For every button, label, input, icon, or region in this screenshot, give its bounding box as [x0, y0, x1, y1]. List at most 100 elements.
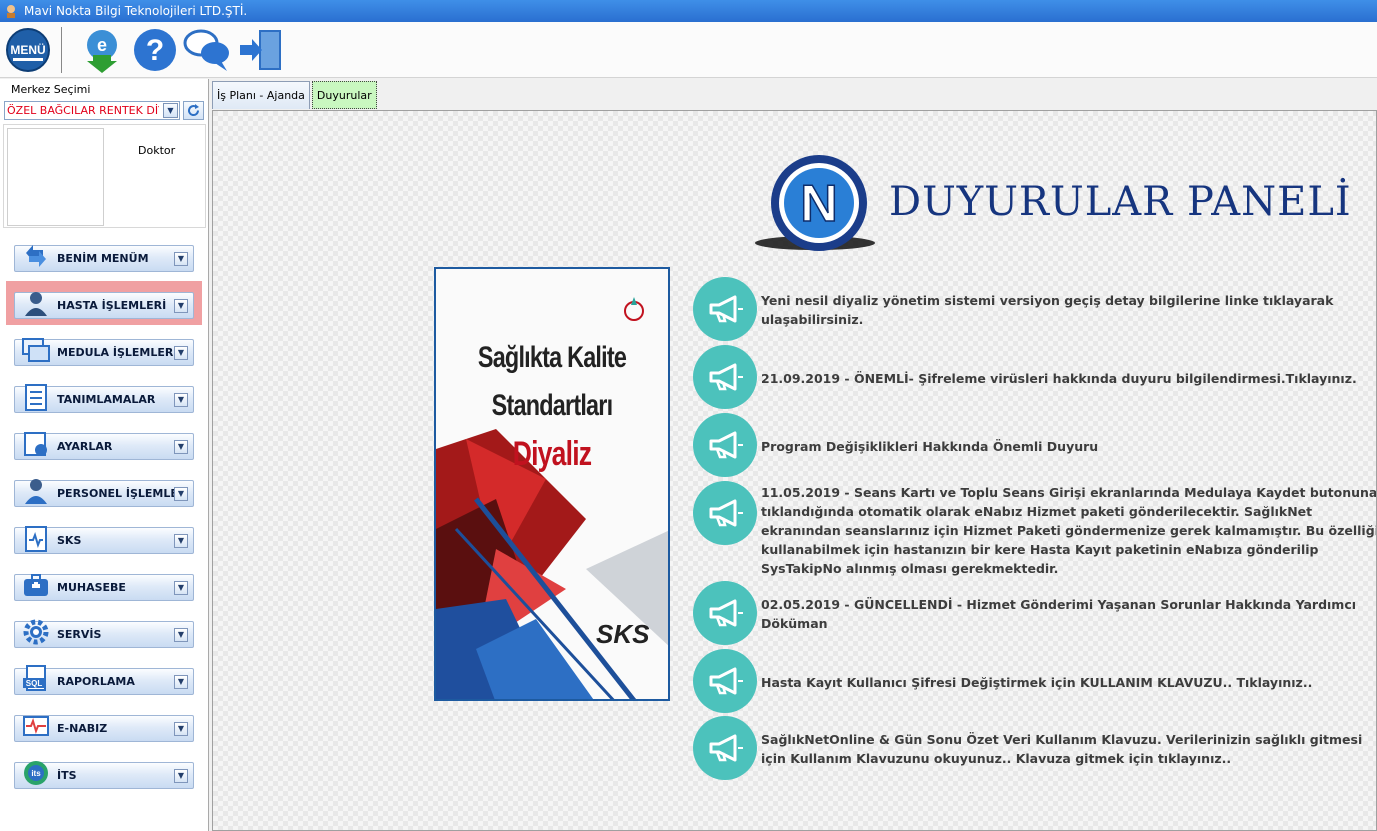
announcement-text[interactable]: Hasta Kayıt Kullanıcı Şifresi Değiştirme… [761, 673, 1376, 692]
megaphone-icon [693, 581, 757, 645]
megaphone-icon [693, 716, 757, 780]
sidebar-item-label: SERVİS [57, 628, 102, 641]
menu-button[interactable]: MENÜ [3, 25, 53, 75]
window-title: Mavi Nokta Bilgi Teknolojileri LTD.ŞTİ. [24, 4, 248, 18]
sidebar-item-3[interactable]: MEDULA İŞLEMLERİ ▼ [14, 337, 194, 366]
logo-icon: N [755, 155, 875, 251]
sidebar-item-10[interactable]: SQL RAPORLAMA ▼ [14, 664, 194, 695]
toolbar-separator [61, 26, 62, 73]
gear-icon [19, 615, 53, 649]
sidebar-item-label: BENİM MENÜM [57, 252, 149, 265]
announcement-item[interactable]: Program Değişiklikleri Hakkında Önemli D… [693, 413, 1098, 477]
panel-title: DUYURULAR PANELİ [889, 179, 1352, 225]
windows-icon [19, 333, 53, 367]
heartbeat-icon [19, 709, 53, 743]
megaphone-icon [693, 277, 757, 341]
svg-text:e: e [97, 35, 107, 55]
megaphone-icon [693, 345, 757, 409]
sidebar-item-7[interactable]: SKS ▼ [14, 525, 194, 554]
exit-button[interactable] [236, 25, 286, 75]
medical-bag-icon [19, 568, 53, 602]
help-icon: ? [134, 28, 176, 71]
book-title-line2: Standartları [491, 389, 613, 422]
menu-label: MENÜ [10, 42, 45, 57]
sks-book-cover[interactable]: Sağlıkta Kalite Standartları Diyaliz SKS [434, 267, 670, 701]
sidebar-item-label: PERSONEL İŞLEMLERİ [57, 487, 174, 500]
announcement-text[interactable]: Yeni nesil diyaliz yönetim sistemi versi… [761, 291, 1376, 329]
sidebar-item-8[interactable]: MUHASEBE ▼ [14, 573, 194, 601]
sidebar-item-1[interactable]: BENİM MENÜM ▼ [14, 244, 194, 272]
announcement-item[interactable]: Yeni nesil diyaliz yönetim sistemi versi… [693, 277, 1333, 341]
sidebar-item-label: AYARLAR [57, 440, 113, 453]
announcement-item[interactable]: Hasta Kayıt Kullanıcı Şifresi Değiştirme… [693, 649, 1312, 713]
chevron-down-icon[interactable]: ▼ [174, 345, 188, 360]
checklist-icon [19, 380, 53, 414]
chevron-down-icon[interactable]: ▼ [174, 580, 188, 595]
sidebar-item-2[interactable]: HASTA İŞLEMLERİ ▼ [14, 291, 194, 319]
refresh-icon [188, 104, 200, 117]
announcement-text[interactable]: 02.05.2019 - GÜNCELLENDİ - Hizmet Gönder… [761, 595, 1376, 633]
chevron-down-icon[interactable]: ▼ [174, 439, 188, 454]
exit-icon [240, 29, 281, 70]
chat-button[interactable] [183, 25, 233, 75]
sidebar-item-label: TANIMLAMALAR [57, 393, 156, 406]
merkez-select[interactable]: ÖZEL BAĞCILAR RENTEK DİYALİZ ▼ [4, 101, 180, 120]
patient-icon [19, 286, 53, 320]
sidebar-item-5[interactable]: AYARLAR ▼ [14, 431, 194, 460]
its-icon: its [19, 756, 53, 790]
sidebar-item-label: HASTA İŞLEMLERİ [57, 299, 167, 312]
announcement-text[interactable]: 11.05.2019 - Seans Kartı ve Toplu Seans … [761, 483, 1376, 578]
chevron-down-icon[interactable]: ▼ [174, 627, 188, 642]
title-bar: Mavi Nokta Bilgi Teknolojileri LTD.ŞTİ. [0, 0, 1377, 22]
help-button[interactable]: ? [130, 25, 180, 75]
sidebar-item-6[interactable]: PERSONEL İŞLEMLERİ▼ [14, 478, 194, 507]
arrows-icon [19, 239, 53, 273]
sidebar-item-11[interactable]: E-NABIZ ▼ [14, 715, 194, 742]
chevron-down-icon[interactable]: ▼ [174, 486, 188, 501]
announcement-item[interactable]: 11.05.2019 - Seans Kartı ve Toplu Seans … [693, 481, 1376, 576]
svg-text:its: its [31, 769, 41, 778]
announcement-text[interactable]: SağlıkNetOnline & Gün Sonu Özet Veri Kul… [761, 730, 1376, 768]
chevron-down-icon[interactable]: ▼ [174, 721, 188, 736]
tab-duyurular[interactable]: Duyurular [311, 81, 377, 109]
megaphone-icon [693, 649, 757, 713]
settings-calendar-icon [19, 427, 53, 461]
chevron-down-icon[interactable]: ▼ [163, 103, 178, 118]
chevron-down-icon[interactable]: ▼ [174, 768, 188, 783]
announcement-item[interactable]: SağlıkNetOnline & Gün Sonu Özet Veri Kul… [693, 716, 1362, 780]
sidebar-item-label: MUHASEBE [57, 581, 126, 594]
tab-is-plani[interactable]: İş Planı - Ajanda [212, 81, 310, 109]
merkez-value: ÖZEL BAĞCILAR RENTEK DİYALİZ [7, 104, 159, 117]
chevron-down-icon[interactable]: ▼ [174, 533, 188, 548]
sidebar-item-label: İTS [57, 769, 77, 782]
announcement-item[interactable]: 02.05.2019 - GÜNCELLENDİ - Hizmet Gönder… [693, 581, 1356, 645]
doctor-photo [7, 128, 104, 226]
refresh-button[interactable] [183, 101, 204, 120]
sql-report-icon: SQL [19, 662, 53, 696]
chevron-down-icon[interactable]: ▼ [174, 674, 188, 689]
chevron-down-icon[interactable]: ▼ [174, 251, 188, 266]
sidebar-item-9[interactable]: SERVİS ▼ [14, 619, 194, 648]
toolbar: MENÜ e ? [0, 22, 1377, 78]
chat-icon [183, 29, 229, 71]
sidebar-item-4[interactable]: TANIMLAMALAR ▼ [14, 383, 194, 413]
doctor-label: Doktor [138, 144, 176, 157]
sidebar-item-label: E-NABIZ [57, 722, 108, 735]
book-sks-badge: SKS [596, 619, 650, 649]
chevron-down-icon[interactable]: ▼ [174, 298, 188, 313]
update-icon: e [87, 29, 117, 73]
megaphone-icon [693, 413, 757, 477]
sidebar-item-12[interactable]: its İTS ▼ [14, 760, 194, 789]
announcement-text[interactable]: 21.09.2019 - ÖNEMLİ- Şifreleme virüsleri… [761, 369, 1376, 388]
sidebar-item-label: MEDULA İŞLEMLERİ [57, 346, 174, 359]
announcement-item[interactable]: 21.09.2019 - ÖNEMLİ- Şifreleme virüsleri… [693, 345, 1357, 409]
announcement-text[interactable]: Program Değişiklikleri Hakkında Önemli D… [761, 437, 1376, 456]
logo-letter: N [800, 175, 838, 233]
merkez-label: Merkez Seçimi [11, 83, 91, 96]
book-title-line1: Sağlıkta Kalite [477, 341, 627, 374]
book-title-line3: Diyaliz [512, 435, 592, 473]
sidebar-item-label: RAPORLAMA [57, 675, 135, 688]
app-icon [7, 5, 15, 18]
update-button[interactable]: e [77, 25, 127, 75]
chevron-down-icon[interactable]: ▼ [174, 392, 188, 407]
